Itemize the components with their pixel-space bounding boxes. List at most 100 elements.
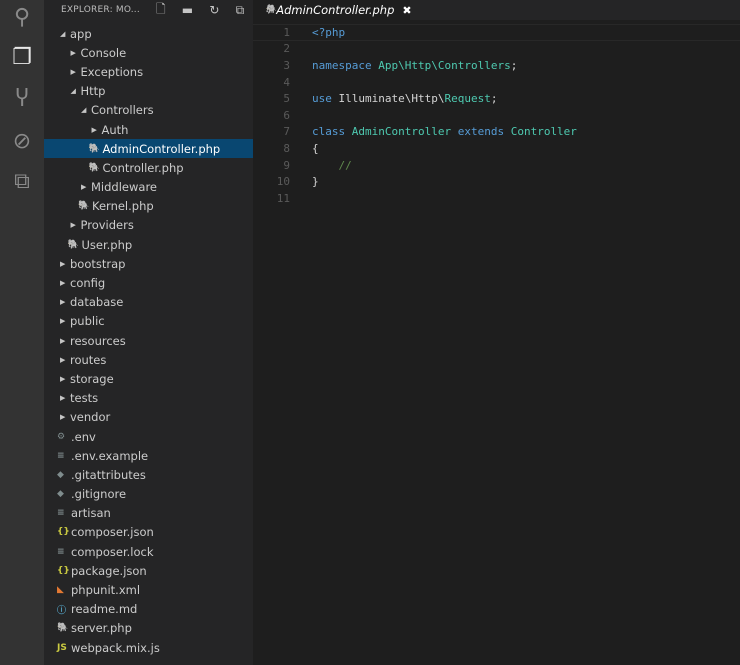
folder-item[interactable]: ▶ Middleware <box>44 178 253 197</box>
folder-item[interactable]: ◢ Http <box>44 82 253 101</box>
file-item[interactable]: JS webpack.mix.js <box>44 638 253 657</box>
folder-item[interactable]: ▶ vendor <box>44 408 253 427</box>
line-number: 5 <box>283 92 290 106</box>
chevron-right-icon: ▶ <box>60 374 66 383</box>
chevron-right-icon: ▶ <box>60 413 66 422</box>
code-token: namespace <box>312 58 379 72</box>
item-label: tests <box>70 391 99 406</box>
file-item[interactable]: ◆ .gitattributes <box>44 465 253 484</box>
item-label: Controller.php <box>102 160 184 175</box>
file-item[interactable]: ◆ .gitignore <box>44 485 253 504</box>
explorer-icon[interactable]: ❐ <box>8 44 36 72</box>
code-line: 7 class AdminController extends Controlle… <box>253 124 740 141</box>
file-item[interactable]: ◣ phpunit.xml <box>44 580 253 599</box>
new-file-icon[interactable]: 🗋 <box>156 0 166 21</box>
item-label: .env.example <box>71 448 149 463</box>
git-file-icon: ◆ <box>57 469 64 480</box>
chevron-right-icon: ▶ <box>70 221 76 230</box>
file-item[interactable]: 🐘 AdminController.php <box>44 139 253 159</box>
new-folder-icon[interactable]: ▬ <box>182 3 194 17</box>
php-file-icon: 🐘 <box>265 5 277 15</box>
line-number: 8 <box>283 141 290 155</box>
close-icon[interactable]: ✖ <box>402 4 411 17</box>
item-label: Console <box>80 45 127 60</box>
item-label: phpunit.xml <box>71 583 141 598</box>
code-token: use <box>312 92 339 106</box>
item-label: public <box>70 314 105 329</box>
file-item[interactable]: 🐘 server.php <box>44 619 253 638</box>
collapse-all-icon[interactable]: ⧉ <box>236 3 245 18</box>
folder-item[interactable]: ◢ app <box>44 24 253 43</box>
code-token: } <box>312 175 319 189</box>
item-label: Providers <box>80 218 134 233</box>
file-tree: ◢ app ▶ Console ▶ Exceptions ◢ Http ◢ Controllers… <box>44 24 253 657</box>
folder-item[interactable]: ▶ database <box>44 293 253 312</box>
refresh-icon[interactable]: ↻ <box>209 3 219 17</box>
tab-label: AdminController.php <box>276 3 395 17</box>
activity-bar: ⚲ ❐ Ⴤ ⊘ ⧉ <box>0 0 44 665</box>
explorer-title: EXPLORER: MO... <box>61 5 140 15</box>
folder-item[interactable]: ◢ Controllers <box>44 101 253 120</box>
folder-item[interactable]: ▶ config <box>44 273 253 292</box>
php-file-icon: 🐘 <box>67 239 79 250</box>
debug-icon[interactable]: ⊘ <box>8 128 36 156</box>
extensions-icon[interactable]: ⧉ <box>8 168 36 196</box>
chevron-down-icon: ◢ <box>70 87 76 96</box>
folder-item[interactable]: ▶ resources <box>44 331 253 350</box>
item-label: database <box>70 295 124 310</box>
file-item[interactable]: 🐘 Kernel.php <box>44 197 253 216</box>
folder-item[interactable]: ▶ storage <box>44 369 253 388</box>
code-text: { <box>312 142 319 155</box>
code-token: ; <box>490 92 498 106</box>
chevron-right-icon: ▶ <box>70 48 76 57</box>
folder-item[interactable]: ▶ public <box>44 312 253 331</box>
code-line: 11 <box>253 190 740 207</box>
php-file-icon: 🐘 <box>88 143 100 154</box>
code-text: use Illuminate\Http\Request; <box>312 92 497 105</box>
chevron-right-icon: ▶ <box>81 183 87 192</box>
file-item[interactable]: ⓘ readme.md <box>44 600 253 619</box>
folder-item[interactable]: ▶ Console <box>44 43 253 62</box>
folder-item[interactable]: ▶ routes <box>44 350 253 369</box>
folder-item[interactable]: ▶ tests <box>44 389 253 408</box>
code-line: 5 use Illuminate\Http\Request; <box>253 90 740 107</box>
file-item[interactable]: {} composer.json <box>44 523 253 542</box>
search-icon[interactable]: ⚲ <box>8 4 36 32</box>
explorer-sidebar: EXPLORER: MO... 🗋 ▬ ↻ ⧉ ◢ app ▶ Console ▶ Except… <box>44 0 253 665</box>
line-number: 2 <box>283 42 290 56</box>
folder-item[interactable]: ▶ Auth <box>44 120 253 139</box>
file-item[interactable]: {} package.json <box>44 561 253 580</box>
folder-item[interactable]: ▶ Exceptions <box>44 62 253 81</box>
item-label: readme.md <box>71 602 138 617</box>
chevron-right-icon: ▶ <box>91 125 97 134</box>
code-token: Request <box>444 92 491 106</box>
text-file-icon: ≡ <box>57 508 65 519</box>
chevron-right-icon: ▶ <box>60 259 66 268</box>
info-file-icon: ⓘ <box>57 605 67 616</box>
file-item[interactable]: ≡ .env.example <box>44 446 253 465</box>
code-token: AdminController <box>351 125 458 139</box>
file-item[interactable]: 🐘 Controller.php <box>44 158 253 177</box>
code-editor[interactable]: 1 <?php 2 3 namespace App\Http\Controllers; 4… <box>253 24 740 207</box>
file-item[interactable]: ⚙ .env <box>44 427 253 446</box>
xml-file-icon: ◣ <box>57 585 64 596</box>
item-label: package.json <box>71 563 147 578</box>
item-label: artisan <box>71 506 111 521</box>
line-number: 1 <box>283 25 290 39</box>
item-label: server.php <box>71 621 132 636</box>
item-label: webpack.mix.js <box>71 640 160 655</box>
file-item[interactable]: ≡ composer.lock <box>44 542 253 561</box>
folder-item[interactable]: ▶ Providers <box>44 216 253 235</box>
tab-admincontroller[interactable]: 🐘 AdminController.php ✖ <box>253 0 412 20</box>
chevron-right-icon: ▶ <box>60 317 66 326</box>
code-token: class <box>312 125 352 139</box>
file-item[interactable]: ≡ artisan <box>44 504 253 523</box>
line-number: 4 <box>283 75 290 89</box>
item-label: User.php <box>81 237 133 252</box>
code-text: // <box>312 159 351 172</box>
chevron-right-icon: ▶ <box>60 355 66 364</box>
folder-item[interactable]: ▶ bootstrap <box>44 254 253 273</box>
source-control-icon[interactable]: Ⴤ <box>8 86 36 114</box>
file-item[interactable]: 🐘 User.php <box>44 235 253 254</box>
item-label: Middleware <box>91 180 157 195</box>
